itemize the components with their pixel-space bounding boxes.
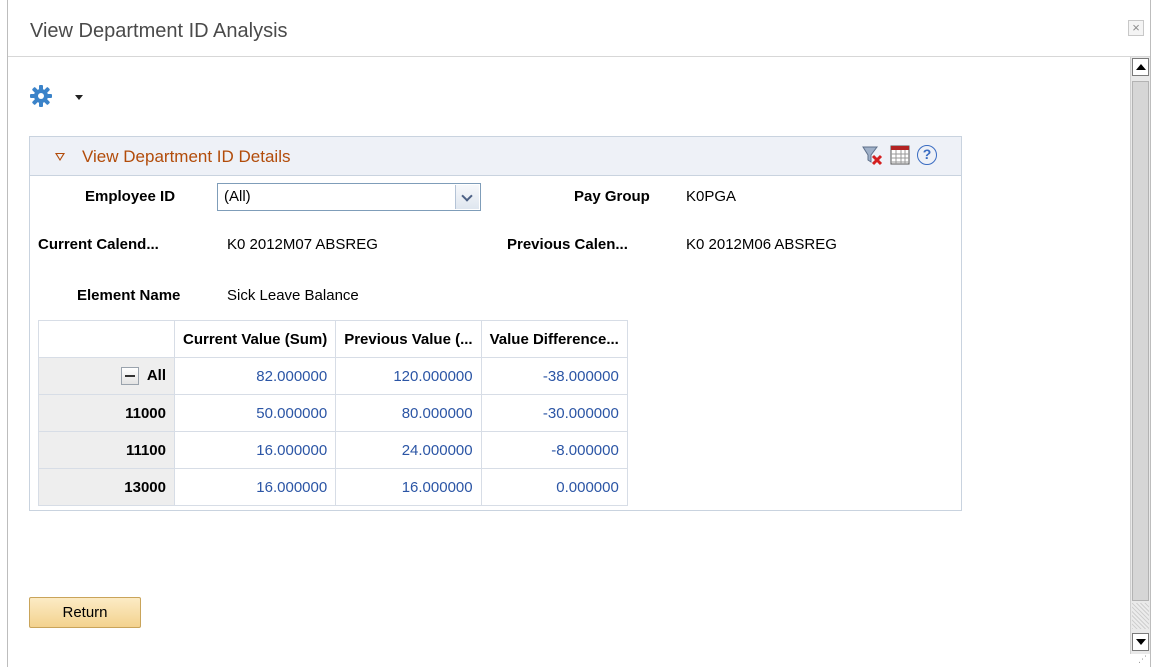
- scroll-track[interactable]: [1132, 603, 1149, 629]
- pivot-grid: Current Value (Sum) Previous Value (... …: [38, 320, 628, 506]
- column-header[interactable]: Current Value (Sum): [173, 320, 337, 358]
- scroll-down-icon[interactable]: [1132, 633, 1149, 651]
- value-cell[interactable]: -8.000000: [480, 431, 628, 469]
- value-cell[interactable]: 80.000000: [335, 394, 482, 432]
- vertical-scrollbar[interactable]: [1130, 57, 1150, 654]
- return-button[interactable]: Return: [29, 597, 141, 628]
- clear-filter-icon[interactable]: [861, 144, 883, 166]
- collapse-minus-icon[interactable]: [120, 367, 139, 386]
- groupbox-tools: ?: [861, 143, 937, 167]
- table-row: 11000 50.000000 80.000000 -30.000000: [38, 394, 628, 432]
- scroll-up-icon[interactable]: [1132, 58, 1149, 76]
- element-name-label: Element Name: [77, 287, 181, 304]
- row-header: 11100: [38, 431, 175, 469]
- table-row: 13000 16.000000 16.000000 0.000000: [38, 468, 628, 506]
- value-cell[interactable]: 0.000000: [480, 468, 628, 506]
- grid-corner-cell: [38, 320, 175, 358]
- modal-dialog: View Department ID Analysis × View Depar…: [7, 0, 1151, 667]
- column-header[interactable]: Previous Value (...: [335, 320, 482, 358]
- value-cell[interactable]: 16.000000: [335, 468, 482, 506]
- current-calendar-label: Current Calend...: [38, 236, 159, 253]
- gear-icon[interactable]: [29, 84, 53, 108]
- scroll-thumb[interactable]: [1132, 81, 1149, 601]
- value-cell[interactable]: 120.000000: [335, 357, 482, 395]
- previous-calendar-value: K0 2012M06 ABSREG: [686, 236, 837, 253]
- collapse-triangle-icon[interactable]: [55, 153, 65, 161]
- employee-id-select[interactable]: (All): [217, 183, 481, 211]
- value-cell[interactable]: 16.000000: [173, 468, 337, 506]
- value-cell[interactable]: 82.000000: [173, 357, 337, 395]
- pay-group-label: Pay Group: [574, 188, 650, 205]
- row-header: 11000: [38, 394, 175, 432]
- caret-down-icon[interactable]: [75, 95, 83, 100]
- column-header[interactable]: Value Difference...: [480, 320, 628, 358]
- grid-header-row: Current Value (Sum) Previous Value (... …: [38, 320, 628, 358]
- row-header: 13000: [38, 468, 175, 506]
- close-button[interactable]: ×: [1128, 20, 1144, 36]
- dialog-title: View Department ID Analysis: [30, 20, 288, 42]
- value-cell[interactable]: -38.000000: [480, 357, 628, 395]
- pay-group-value: K0PGA: [686, 188, 737, 205]
- element-name-value: Sick Leave Balance: [227, 287, 359, 304]
- table-row: 11100 16.000000 24.000000 -8.000000: [38, 431, 628, 469]
- value-cell[interactable]: 16.000000: [173, 431, 337, 469]
- employee-id-value: (All): [224, 188, 251, 205]
- current-calendar-value: K0 2012M07 ABSREG: [227, 236, 378, 253]
- resize-grip-icon[interactable]: ⋰: [1138, 654, 1147, 665]
- employee-id-label: Employee ID: [85, 188, 176, 205]
- grid-view-icon[interactable]: [889, 144, 911, 166]
- dialog-titlebar: View Department ID Analysis ×: [8, 0, 1150, 57]
- row-header: All: [38, 357, 175, 395]
- department-details-groupbox: View Department ID Details ? Employee ID…: [29, 136, 962, 511]
- groupbox-header: View Department ID Details ?: [30, 137, 961, 176]
- value-cell[interactable]: 24.000000: [335, 431, 482, 469]
- chevron-down-icon[interactable]: [455, 185, 479, 209]
- value-cell[interactable]: 50.000000: [173, 394, 337, 432]
- row-label: All: [146, 366, 166, 384]
- help-icon[interactable]: ?: [917, 145, 937, 165]
- value-cell[interactable]: -30.000000: [480, 394, 628, 432]
- groupbox-title[interactable]: View Department ID Details: [82, 147, 291, 167]
- table-row: All 82.000000 120.000000 -38.000000: [38, 357, 628, 395]
- previous-calendar-label: Previous Calen...: [507, 236, 628, 253]
